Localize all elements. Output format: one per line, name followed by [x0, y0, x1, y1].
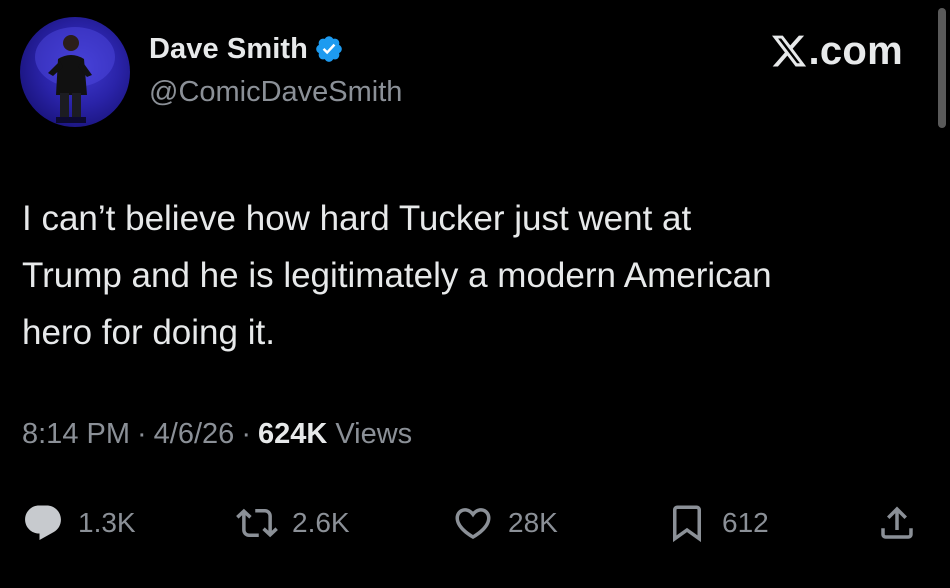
like-button[interactable]: 28K	[452, 498, 558, 548]
repost-count: 2.6K	[292, 507, 350, 538]
bookmark-icon	[673, 505, 701, 543]
tweet-date[interactable]: 4/6/26	[154, 418, 235, 451]
avatar-image	[35, 27, 115, 123]
tweet-text-line: I can’t believe how hard Tucker just wen…	[22, 199, 692, 238]
meta-separator: ·	[241, 418, 251, 450]
action-bar: 1.3K 2.6K 28K 612	[0, 498, 950, 548]
scrollbar[interactable]	[938, 8, 946, 128]
like-count: 28K	[508, 507, 558, 538]
tweet-meta: 8:14 PM · 4/6/26 · 624K Views	[22, 418, 412, 451]
repost-button[interactable]: 2.6K	[236, 498, 350, 548]
share-button[interactable]	[876, 498, 918, 548]
verified-badge-icon	[314, 34, 344, 64]
avatar[interactable]	[20, 17, 130, 127]
author-name[interactable]: Dave Smith	[149, 33, 308, 66]
views-count: 624K	[257, 418, 328, 450]
author-handle[interactable]: @ComicDaveSmith	[149, 76, 402, 109]
author-row: Dave Smith	[149, 30, 344, 68]
tweet-text: I can’t believe how hard Tucker just wen…	[22, 190, 922, 361]
reply-icon	[25, 505, 61, 540]
tweet-card: Dave Smith @ComicDaveSmith .com I can’t …	[0, 0, 950, 588]
bookmark-count: 612	[722, 507, 769, 538]
source-brand: .com	[770, 28, 903, 74]
tweet-text-line: Trump and he is legitimately a modern Am…	[22, 256, 772, 295]
meta-separator: ·	[137, 418, 147, 450]
source-label: .com	[808, 28, 903, 73]
bookmark-button[interactable]: 612	[666, 498, 769, 548]
reply-count: 1.3K	[78, 507, 136, 538]
x-logo-icon	[770, 32, 808, 70]
repost-icon	[236, 508, 278, 538]
share-icon	[881, 506, 913, 539]
tweet-text-line: hero for doing it.	[22, 313, 275, 352]
reply-button[interactable]: 1.3K	[22, 498, 136, 548]
heart-icon	[455, 508, 491, 540]
views-label: Views	[335, 418, 413, 450]
tweet-time[interactable]: 8:14 PM	[22, 418, 130, 451]
